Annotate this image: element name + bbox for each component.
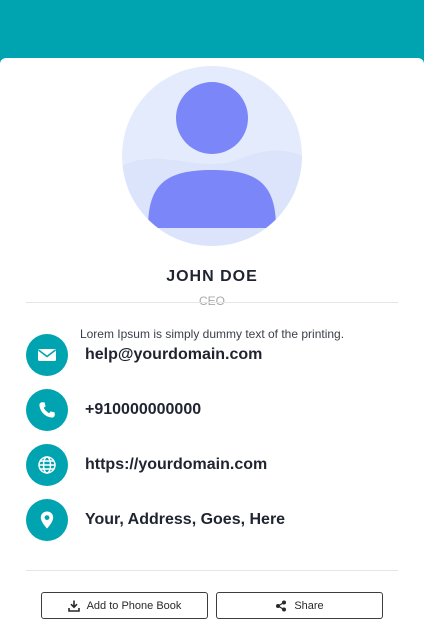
envelope-icon xyxy=(26,334,68,376)
contact-website[interactable]: https://yourdomain.com xyxy=(26,444,267,486)
share-button[interactable]: Share xyxy=(216,592,383,619)
contact-email[interactable]: help@yourdomain.com xyxy=(26,334,262,376)
contact-address-text: Your, Address, Goes, Here xyxy=(85,511,286,528)
profile-card: JOHN DOE CEO Lorem Ipsum is simply dummy… xyxy=(0,58,424,641)
contact-address[interactable]: Your, Address, Goes, Here xyxy=(26,499,285,541)
contact-email-text: help@yourdomain.com xyxy=(85,346,263,363)
divider xyxy=(26,302,398,303)
phone-icon xyxy=(26,389,68,431)
add-to-phone-book-label: Add to Phone Book xyxy=(86,599,182,612)
add-to-phone-book-button[interactable]: Add to Phone Book xyxy=(41,592,208,619)
share-label: Share xyxy=(294,599,324,612)
map-pin-icon xyxy=(26,499,68,541)
globe-icon xyxy=(26,444,68,486)
contact-website-text: https://yourdomain.com xyxy=(85,456,268,473)
profile-role: CEO xyxy=(198,294,225,308)
share-icon xyxy=(276,600,287,611)
download-icon xyxy=(67,600,80,612)
user-silhouette-icon xyxy=(122,82,302,246)
contact-phone-text: +910000000000 xyxy=(85,401,202,418)
divider xyxy=(26,570,398,571)
profile-name: JOHN DOE xyxy=(166,268,258,285)
avatar xyxy=(122,66,302,246)
contact-phone[interactable]: +910000000000 xyxy=(26,389,201,431)
